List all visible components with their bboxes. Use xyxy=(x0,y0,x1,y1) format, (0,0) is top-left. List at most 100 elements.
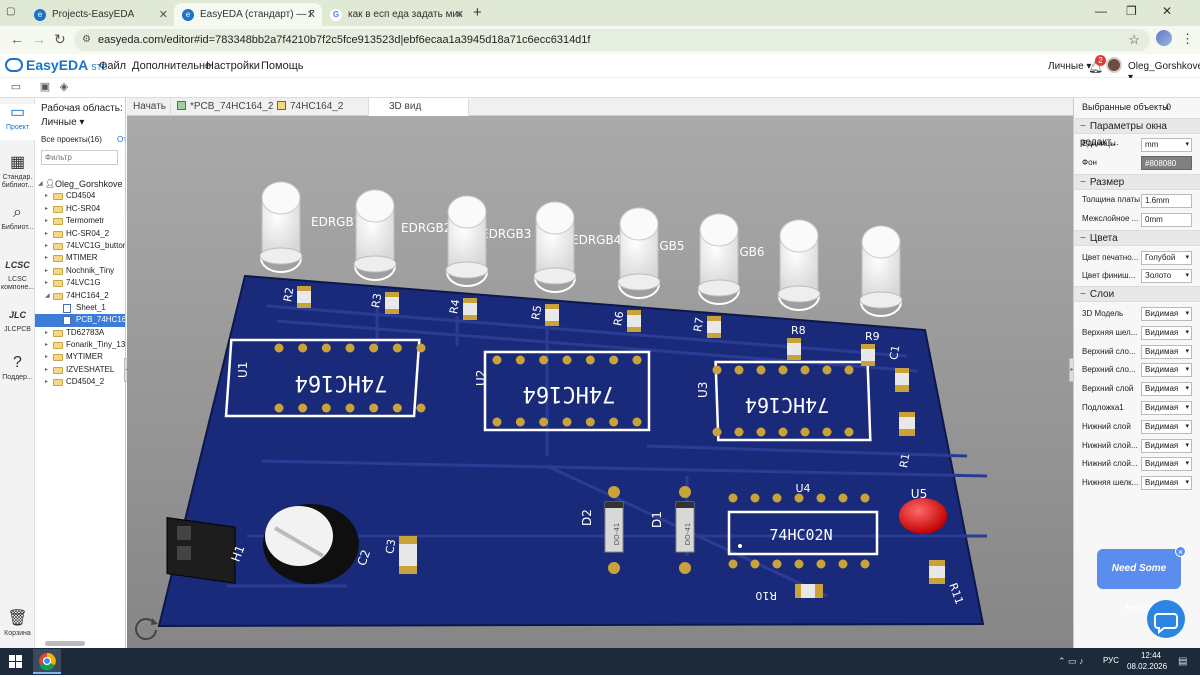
layer-visibility-select[interactable]: Видимая ▾ xyxy=(1141,476,1192,491)
tab-start[interactable]: Начать xyxy=(127,98,171,116)
rail-trash[interactable]: 🗑︎ Корзина xyxy=(0,610,35,640)
finish-color-select[interactable]: Золото ▾ xyxy=(1141,269,1192,283)
filter-input[interactable] xyxy=(41,150,118,165)
rail-support[interactable]: ? Поддер... xyxy=(0,354,35,386)
expand-arrow-icon[interactable]: ▸ xyxy=(45,215,48,227)
reload-icon[interactable]: ↻ xyxy=(54,31,66,48)
tree-document-item[interactable]: Sheet_1 xyxy=(35,302,125,314)
expand-arrow-icon[interactable]: ▸ xyxy=(45,364,48,376)
layer-visibility-select[interactable]: Видимая ▾ xyxy=(1141,401,1192,415)
expand-arrow-icon[interactable]: ▸ xyxy=(45,339,48,351)
expand-arrow-icon[interactable]: ▸ xyxy=(45,240,48,252)
tree-project-item[interactable]: ▸ HC-SR04_2 xyxy=(35,228,125,240)
clock-time[interactable]: 12:44 xyxy=(1131,651,1171,660)
menu-settings[interactable]: Настройки xyxy=(206,60,260,72)
layer-visibility-select[interactable]: Видимая ▾ xyxy=(1141,438,1192,453)
tab-pcb[interactable]: *PCB_74HC164_2 xyxy=(171,98,273,116)
windows-start-icon[interactable] xyxy=(9,655,22,668)
tree-project-item[interactable]: ▸ CD4504 xyxy=(35,190,125,202)
chrome-menu-icon[interactable]: ⋮ xyxy=(1181,31,1194,47)
tree-project-item[interactable]: ▸ 74LVC1G_button xyxy=(35,240,125,252)
layer-visibility-select[interactable]: Видимая ▾ xyxy=(1141,457,1192,472)
layer-visibility-select[interactable]: Видимая ▾ xyxy=(1141,363,1192,378)
layer-visibility-select[interactable]: Видимая ▾ xyxy=(1141,344,1192,359)
avatar[interactable] xyxy=(1106,57,1122,73)
rail-project[interactable]: ▭ Проект xyxy=(0,104,35,140)
expand-arrow-icon[interactable]: ▸ xyxy=(45,277,48,289)
easyeda-logo[interactable]: EasyEDA STD xyxy=(5,57,107,73)
expand-arrow-icon[interactable]: ▸ xyxy=(45,351,48,363)
tree-project-item[interactable]: ▸ MYTIMER xyxy=(35,351,125,363)
close-icon[interactable]: × xyxy=(1175,546,1186,557)
restore-icon[interactable]: ❐ xyxy=(1126,4,1137,18)
new-tab-button[interactable]: + xyxy=(473,4,482,21)
tree-project-item[interactable]: ▸ Termometr xyxy=(35,215,125,227)
3d-viewport[interactable]: 74HC164 U1 74HC164 U2 74HC164 U3 74HC02N… xyxy=(127,116,1073,648)
system-tray-icons[interactable]: ⌃ ▭ ♪ xyxy=(1058,656,1084,667)
section-view-params[interactable]: − Параметры окна редакт... xyxy=(1074,118,1200,148)
tree-scrollbar[interactable] xyxy=(45,641,85,646)
tree-project-item[interactable]: ▸ 74LVC1G xyxy=(35,277,125,289)
tree-project-item[interactable]: ▸ TD62783A xyxy=(35,327,125,339)
rail-jlcpcb[interactable]: JLC JLCPCB xyxy=(0,306,35,338)
tree-project-item[interactable]: ▸ HC-SR04 xyxy=(35,203,125,215)
collapse-arrow-icon[interactable]: ◢ xyxy=(45,290,50,302)
tree-project-item[interactable]: ▸ Nochnik_Tiny xyxy=(35,265,125,277)
tab-schematic[interactable]: 74HC164_2 xyxy=(271,98,369,116)
tree-project-item[interactable]: ▸ MTIMER xyxy=(35,252,125,264)
browser-tab-easyeda[interactable]: e EasyEDA (стандарт) — Просто ✕ xyxy=(174,3,322,26)
site-info-icon[interactable]: ⚙ xyxy=(82,34,91,45)
layer-visibility-select[interactable]: Видимая ▾ xyxy=(1141,382,1192,397)
browser-tab-projects[interactable]: e Projects-EasyEDA ✕ xyxy=(26,3,174,26)
expand-arrow-icon[interactable]: ▸ xyxy=(45,203,48,215)
notifications-icon[interactable]: ▤ xyxy=(1178,656,1187,667)
bookmark-star-icon[interactable]: ☆ xyxy=(1128,32,1140,48)
forward-icon[interactable]: → xyxy=(32,31,46,47)
menu-file[interactable]: Файл xyxy=(99,60,126,72)
reset-rotation-icon[interactable] xyxy=(132,614,160,642)
expand-arrow-icon[interactable]: ▸ xyxy=(45,228,48,240)
tree-project-item[interactable]: ▸ CD4504_2 xyxy=(35,376,125,388)
rail-lcsc[interactable]: LCSC LCSC компоне... xyxy=(0,256,35,292)
section-colors[interactable]: − Цвета xyxy=(1074,230,1200,246)
expand-arrow-icon[interactable]: ▸ xyxy=(45,376,48,388)
section-size[interactable]: − Размер xyxy=(1074,174,1200,190)
units-select[interactable]: mm ▾ xyxy=(1141,138,1192,152)
interlayer-input[interactable]: 0mm xyxy=(1141,213,1192,227)
tree-project-item[interactable]: ◢ 74HC164_2 xyxy=(35,290,125,302)
chrome-taskbar-button[interactable] xyxy=(33,649,61,674)
tree-root[interactable]: ◢ 👤︎ Oleg_Gorshkove xyxy=(35,178,125,190)
chat-button[interactable] xyxy=(1147,600,1185,638)
tab-search-icon[interactable]: ▢ xyxy=(6,6,20,20)
section-layers[interactable]: − Слои xyxy=(1074,286,1200,302)
rail-standard-library[interactable]: ▦ Стандар. библиот... xyxy=(0,154,35,190)
layer-visibility-select[interactable]: Видимая ▾ xyxy=(1141,419,1192,434)
close-window-icon[interactable]: ✕ xyxy=(1162,4,1172,18)
workspace-select[interactable]: Личные ▾ xyxy=(1048,61,1091,72)
silk-color-select[interactable]: Голубой ▾ xyxy=(1141,251,1192,265)
need-help-bubble[interactable]: Need Some Help? xyxy=(1097,549,1181,614)
url-field[interactable]: ⚙ easyeda.com/editor#id=783348bb2a7f4210… xyxy=(74,29,1150,51)
tab-3d-view[interactable]: 3D вид xyxy=(369,98,469,116)
tree-document-item[interactable]: PCB_74HC164_ xyxy=(35,314,125,327)
clock-date[interactable]: 08.02.2026 xyxy=(1127,662,1167,671)
minimize-icon[interactable]: — xyxy=(1095,4,1107,18)
background-color-field[interactable]: #808080 xyxy=(1141,156,1192,170)
close-tab-icon[interactable]: ✕ xyxy=(455,8,464,21)
expand-arrow-icon[interactable]: ▸ xyxy=(45,265,48,277)
expand-arrow-icon[interactable]: ▸ xyxy=(45,252,48,264)
pcb-3d-render[interactable]: 74HC164 U1 74HC164 U2 74HC164 U3 74HC02N… xyxy=(127,116,1073,648)
layer-visibility-select[interactable]: Видимая ▾ xyxy=(1141,325,1192,340)
layers-icon[interactable]: ◈ xyxy=(57,80,71,94)
collapse-arrow-icon[interactable]: ◢ xyxy=(38,178,43,190)
thickness-input[interactable]: 1.6mm xyxy=(1141,194,1192,208)
back-icon[interactable]: ← xyxy=(10,31,24,47)
layer-visibility-select[interactable]: Видимая ▾ xyxy=(1141,307,1192,321)
close-tab-icon[interactable]: ✕ xyxy=(307,8,316,21)
workspace-dropdown[interactable]: Личные ▾ xyxy=(41,117,84,128)
menu-help[interactable]: Помощь xyxy=(261,60,304,72)
projects-filter-link[interactable]: От xyxy=(117,135,125,144)
rail-libraries[interactable]: ⌕ Библиот... xyxy=(0,204,35,236)
tree-project-item[interactable]: ▸ Fonarik_Tiny_13 xyxy=(35,339,125,351)
input-language[interactable]: РУС xyxy=(1103,656,1119,665)
